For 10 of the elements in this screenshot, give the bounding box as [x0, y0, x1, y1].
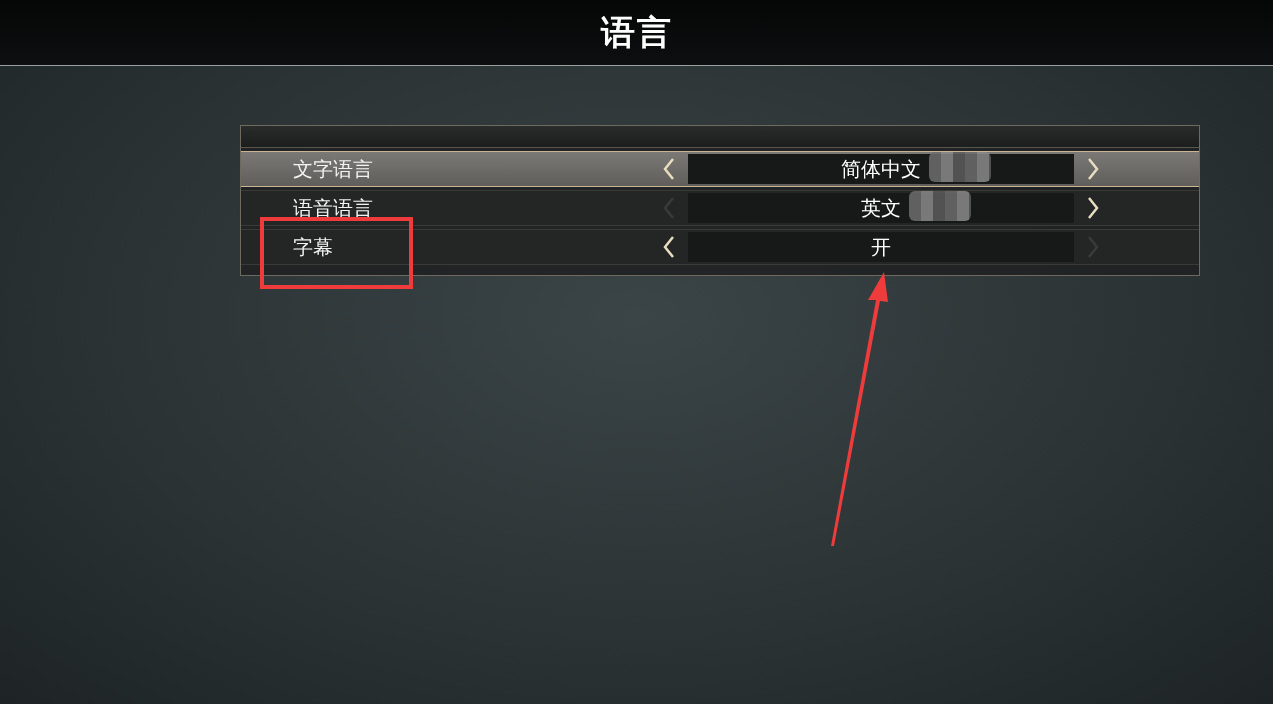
setting-label: 文字语言 [293, 155, 374, 183]
setting-label: 字幕 [293, 233, 334, 261]
setting-value: 开 [870, 233, 891, 261]
setting-row[interactable]: 文字语言 简体中文 [241, 151, 1199, 187]
setting-row[interactable]: 语音语言 英文 [241, 190, 1199, 226]
setting-label: 语音语言 [293, 194, 374, 222]
screen-title: 语言 [600, 10, 673, 54]
setting-row[interactable]: 字幕 开 [241, 229, 1199, 265]
setting-value: 简体中文 [840, 155, 921, 183]
setting-value: 英文 [860, 194, 901, 222]
